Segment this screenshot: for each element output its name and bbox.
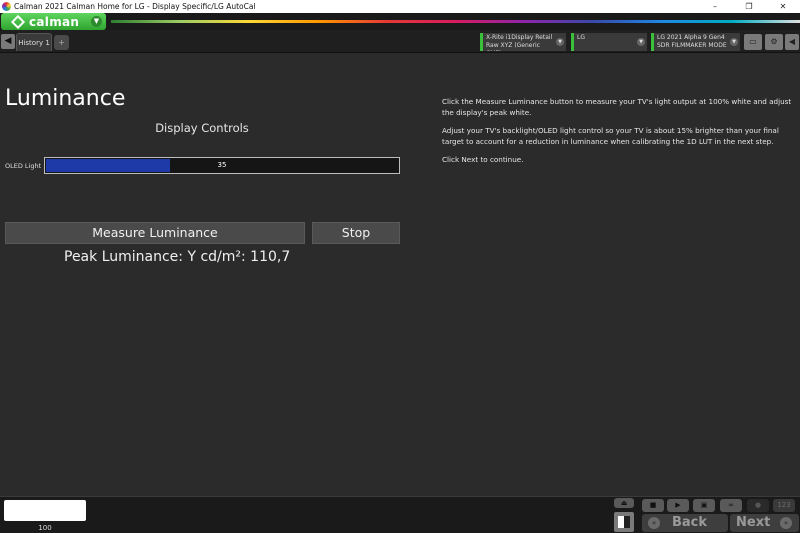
meter-reading-swatch: [4, 500, 86, 521]
window-title: Calman 2021 Calman Home for LG - Display…: [14, 2, 256, 11]
meter-reading-value: 100: [38, 524, 52, 532]
meter-selector[interactable]: X-Rite i1Display Retail Raw XYZ (Generic…: [480, 33, 566, 51]
display-selector[interactable]: LG 2021 Alpha 9 Gen4 SDR FILMMAKER MODE …: [651, 33, 740, 51]
next-label: Next: [736, 515, 771, 530]
oled-light-slider[interactable]: 35: [44, 157, 400, 174]
page-title: Luminance: [5, 86, 126, 111]
oled-light-label: OLED Light: [5, 162, 42, 170]
display-view-icon[interactable]: ▭: [744, 34, 762, 50]
split-view-icon[interactable]: [614, 512, 634, 532]
save-icon[interactable]: ▣: [693, 499, 715, 512]
back-button[interactable]: « Back: [642, 514, 728, 532]
meter-mode: Raw XYZ (Generic CMF): [486, 42, 540, 51]
source-selector[interactable]: LG ▼: [571, 33, 647, 51]
stop-icon[interactable]: ■: [642, 499, 664, 512]
rainbow-stripe: [111, 20, 800, 23]
back-label: Back: [672, 515, 708, 530]
chevron-down-icon: ▼: [730, 38, 738, 46]
add-tab-button[interactable]: +: [54, 35, 69, 50]
counter-readout: 123: [773, 499, 795, 512]
source-name: LG: [577, 34, 585, 41]
next-button[interactable]: Next »: [730, 514, 799, 532]
window-controls: – ❐ ✕: [698, 0, 800, 13]
double-chevron-left-icon: «: [648, 517, 660, 529]
stop-button[interactable]: Stop: [312, 222, 400, 244]
double-chevron-right-icon: »: [780, 517, 792, 529]
bottom-bar: 100 ⏏ ■ ▶ ▣ ∞ ● 123 « Back Next »: [0, 496, 800, 533]
calman-logo-menu[interactable]: calman ▼: [1, 13, 106, 30]
nav-back-arrow-icon[interactable]: ◀: [1, 34, 15, 49]
eject-icon[interactable]: ⏏: [614, 498, 634, 508]
play-icon[interactable]: ▶: [667, 499, 689, 512]
chevron-down-icon: ▼: [556, 38, 564, 46]
main-content: Luminance Display Controls OLED Light 35…: [0, 54, 800, 496]
tab-history-1[interactable]: History 1: [16, 33, 52, 51]
oled-light-value: 35: [217, 161, 227, 169]
measure-luminance-button[interactable]: Measure Luminance: [5, 222, 305, 244]
workflow-toolbar: ◀ History 1 + X-Rite i1Display Retail Ra…: [0, 30, 800, 53]
maximize-button[interactable]: ❐: [732, 0, 766, 13]
brand-bar: calman ▼: [0, 13, 800, 30]
instruction-paragraph: Click the Measure Luminance button to me…: [442, 97, 792, 117]
record-icon[interactable]: ●: [747, 499, 769, 512]
chevron-down-icon: ▼: [637, 38, 645, 46]
nav-arrow-icon[interactable]: ◀: [785, 34, 799, 50]
loop-icon[interactable]: ∞: [720, 499, 742, 512]
instruction-paragraph: Click Next to continue.: [442, 155, 524, 164]
display-mode: SDR FILMMAKER MODE: [657, 42, 727, 49]
brand-name: calman: [29, 14, 80, 29]
calman-logo-icon: [10, 14, 26, 29]
gear-icon[interactable]: ⚙: [765, 34, 783, 50]
peak-luminance-readout: Peak Luminance: Y cd/m²: 110,7: [64, 249, 291, 265]
chevron-down-icon: ▼: [91, 16, 102, 27]
display-controls-heading: Display Controls: [155, 121, 249, 135]
window-titlebar: Calman 2021 Calman Home for LG - Display…: [0, 0, 800, 13]
instructions-panel: Click the Measure Luminance button to me…: [442, 97, 792, 174]
instruction-paragraph: Adjust your TV's backlight/OLED light co…: [442, 126, 779, 146]
display-name: LG 2021 Alpha 9 Gen4: [657, 34, 725, 41]
minimize-button[interactable]: –: [698, 0, 732, 13]
meter-name: X-Rite i1Display Retail: [486, 34, 553, 41]
close-button[interactable]: ✕: [766, 0, 800, 13]
calman-app-icon: [2, 2, 11, 11]
